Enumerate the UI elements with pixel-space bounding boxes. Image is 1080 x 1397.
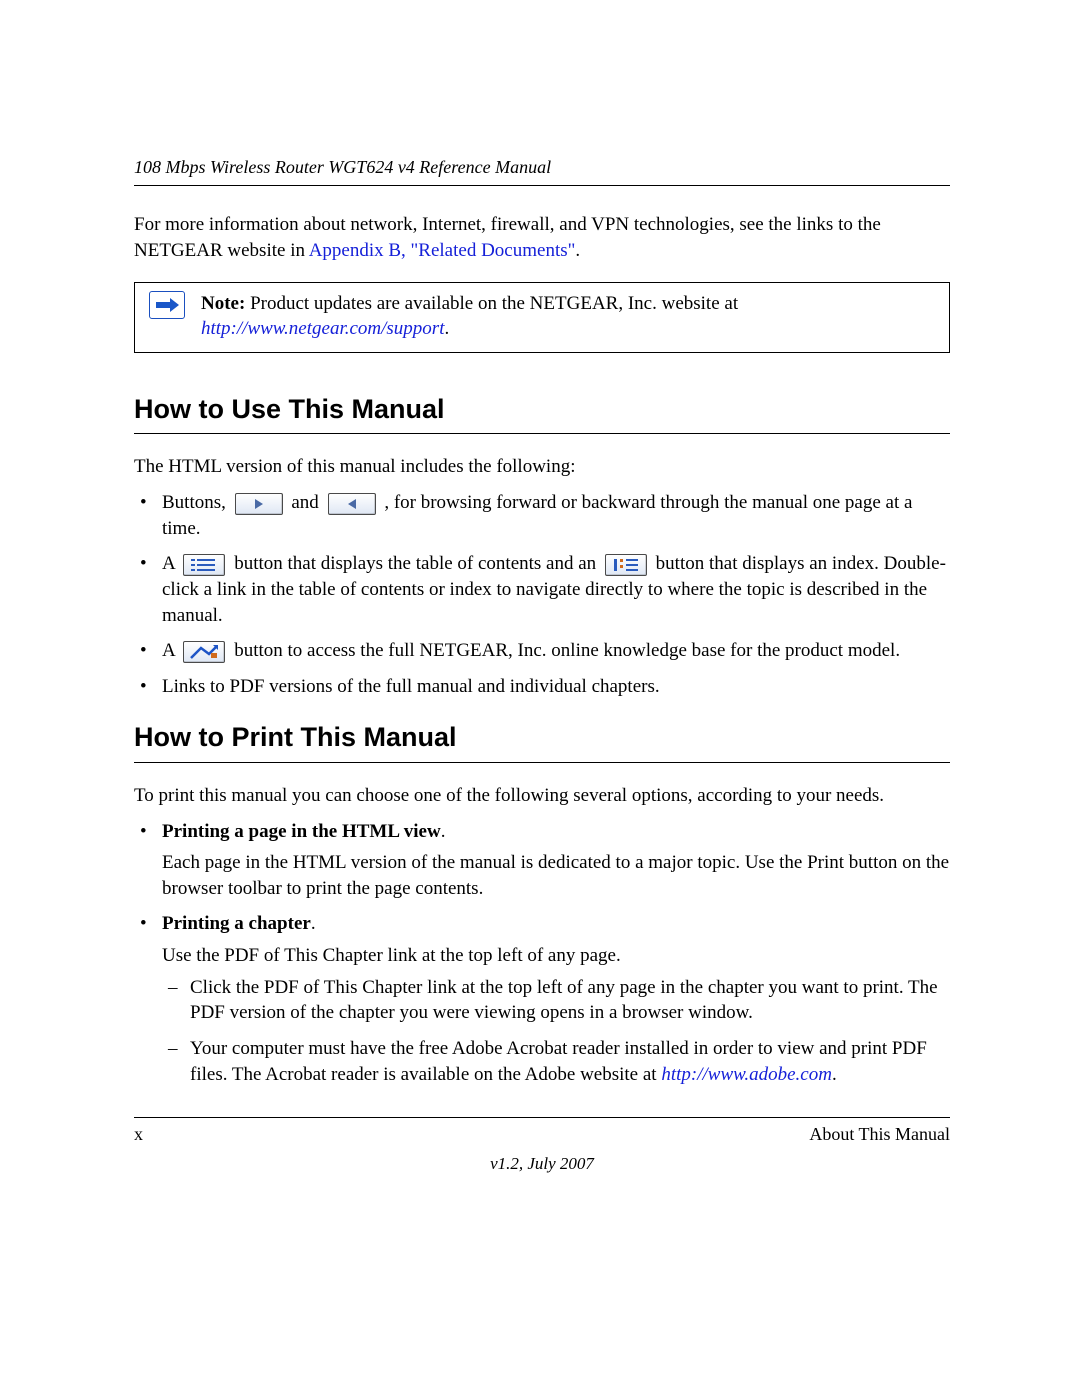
knowledge-base-button-icon xyxy=(183,641,225,663)
print-chapter: Printing a chapter. Use the PDF of This … xyxy=(162,911,950,1087)
note-icon-cell xyxy=(135,283,199,327)
print-chapter-body: Use the PDF of This Chapter link at the … xyxy=(162,943,950,969)
bullet-pdf-links: Links to PDF versions of the full manual… xyxy=(162,674,950,700)
note-label: Note: xyxy=(201,293,245,314)
section2-lead: To print this manual you can choose one … xyxy=(134,783,950,809)
print-html-body: Each page in the HTML version of the man… xyxy=(162,850,950,901)
text: button to access the full NETGEAR, Inc. … xyxy=(234,640,900,661)
running-header: 108 Mbps Wireless Router WGT624 v4 Refer… xyxy=(134,155,950,186)
note-text: Note: Product updates are available on t… xyxy=(199,283,949,352)
section2-bullets: Printing a page in the HTML view. Each p… xyxy=(134,819,950,1088)
text: . xyxy=(832,1064,837,1085)
print-chapter-title: Printing a chapter xyxy=(162,913,311,934)
text: button that displays the table of conten… xyxy=(234,553,601,574)
page: 108 Mbps Wireless Router WGT624 v4 Refer… xyxy=(0,0,1080,1397)
index-button-icon xyxy=(605,554,647,576)
page-number: x xyxy=(134,1122,143,1146)
bullet-kb: A button to access the full NETGEAR, Inc… xyxy=(162,638,950,664)
bullet-buttons-nav: Buttons, and , for browsing forward or b… xyxy=(162,490,950,541)
forward-button-icon xyxy=(235,493,283,515)
version-line: v1.2, July 2007 xyxy=(134,1153,950,1176)
note-body: Product updates are available on the NET… xyxy=(245,293,738,314)
note-suffix: . xyxy=(444,318,449,339)
section1-lead: The HTML version of this manual includes… xyxy=(134,454,950,480)
text: and xyxy=(291,492,323,513)
text: A xyxy=(162,553,179,574)
print-chapter-sublist: Click the PDF of This Chapter link at th… xyxy=(162,975,950,1088)
arrow-right-icon xyxy=(149,291,185,319)
period: . xyxy=(311,913,316,934)
sub-item-1: Click the PDF of This Chapter link at th… xyxy=(190,975,950,1026)
text: Links to PDF versions of the full manual… xyxy=(162,676,660,697)
intro-suffix: . xyxy=(575,240,580,261)
back-button-icon xyxy=(328,493,376,515)
intro-paragraph: For more information about network, Inte… xyxy=(134,212,950,263)
note-box: Note: Product updates are available on t… xyxy=(134,282,950,353)
heading-how-to-use: How to Use This Manual xyxy=(134,391,950,434)
toc-button-icon xyxy=(183,554,225,576)
text: A xyxy=(162,640,179,661)
bullet-toc-index: A button that displays the table of cont… xyxy=(162,551,950,628)
period: . xyxy=(441,821,446,842)
netgear-support-link[interactable]: http://www.netgear.com/support xyxy=(201,318,444,339)
footer: x About This Manual xyxy=(134,1117,950,1146)
section1-bullets: Buttons, and , for browsing forward or b… xyxy=(134,490,950,699)
print-html-view: Printing a page in the HTML view. Each p… xyxy=(162,819,950,902)
heading-how-to-print: How to Print This Manual xyxy=(134,719,950,762)
print-html-title: Printing a page in the HTML view xyxy=(162,821,441,842)
footer-section: About This Manual xyxy=(809,1122,950,1146)
text: Buttons, xyxy=(162,492,231,513)
adobe-link[interactable]: http://www.adobe.com xyxy=(661,1064,832,1085)
sub-item-2: Your computer must have the free Adobe A… xyxy=(190,1036,950,1087)
appendix-link[interactable]: Appendix B, "Related Documents" xyxy=(309,240,576,261)
